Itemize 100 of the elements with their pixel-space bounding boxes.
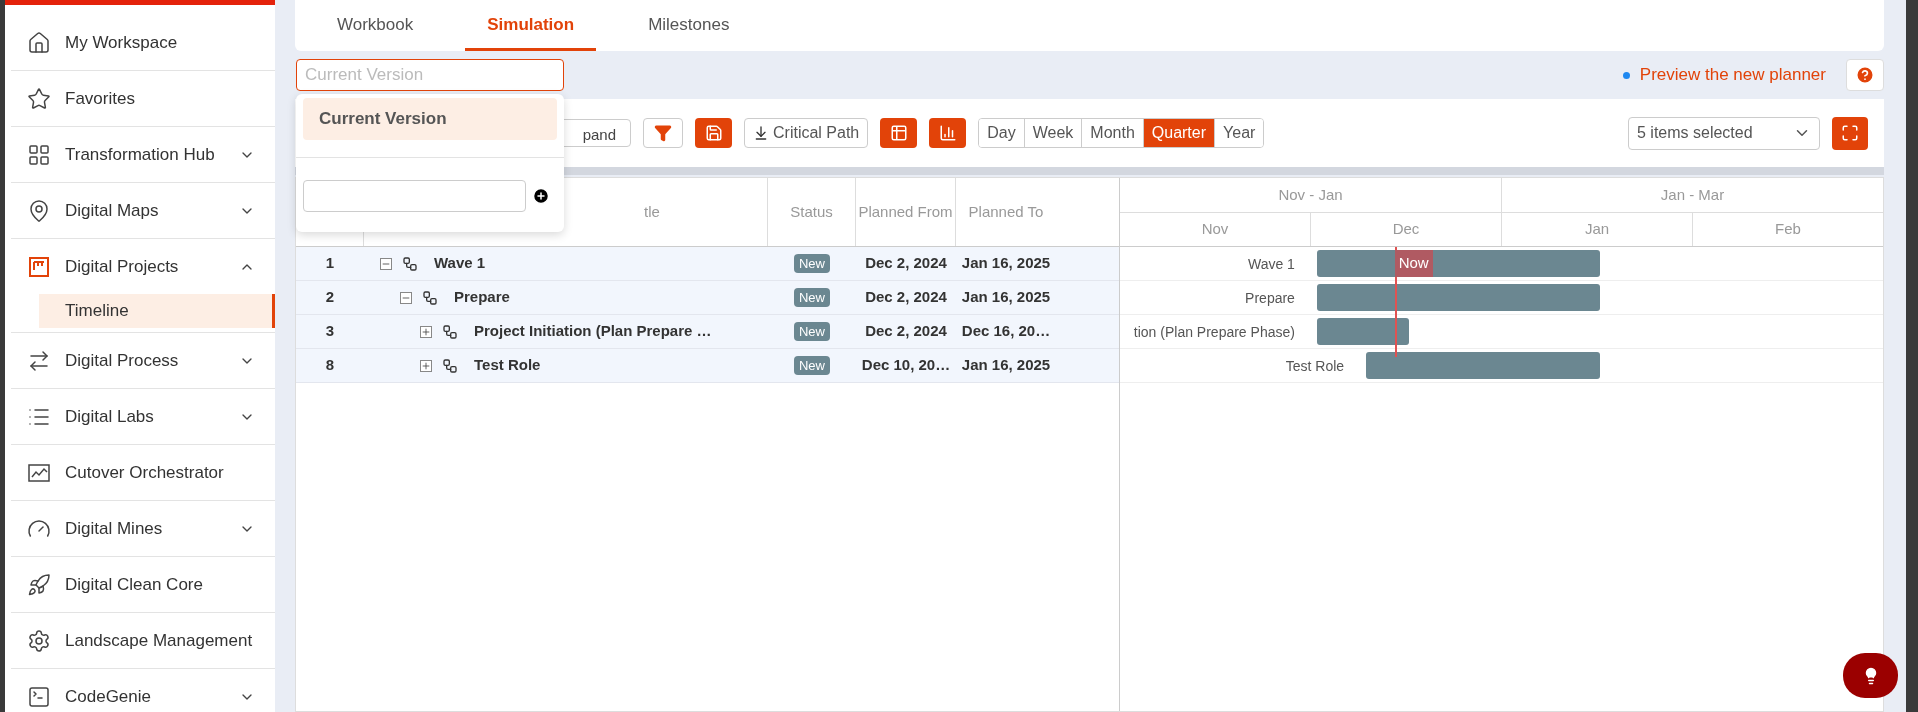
sidebar-item[interactable]: Digital Clean Core [11,557,275,612]
sidebar-item-label: Cutover Orchestrator [65,461,225,484]
lightbulb-button[interactable] [1843,653,1898,698]
sidebar-item[interactable]: Digital Projects [11,239,275,294]
date-cell-text: Dec 2, 2024 [864,287,948,308]
table-icon [889,124,908,142]
add-icon[interactable] [532,187,550,205]
filter-button[interactable] [643,118,683,148]
fullscreen-button[interactable] [1832,116,1868,150]
bar-label: Test Role [1285,357,1345,376]
month-header: Dec [1311,213,1502,246]
sidebar-item[interactable]: Cutover Orchestrator [11,445,275,500]
quarter-header: Nov - Jan [1120,178,1502,212]
month-header: Jan [1502,213,1693,246]
hierarchy-icon [402,255,418,272]
bar-label: Wave 1 [1247,255,1295,274]
plus-icon [421,360,431,371]
sidebar-item-label: Digital Process [65,349,180,372]
sidebar-item-label: Digital Maps [65,199,160,222]
now-label: Now [1394,250,1433,277]
tab[interactable]: Milestones [626,2,752,51]
terminal-icon [27,684,51,709]
task-title: Test Role [474,355,541,376]
new-version-field[interactable] [303,180,526,212]
sidebar-item[interactable]: Transformation Hub [11,127,275,182]
row-number: 1 [324,253,336,274]
help-button[interactable] [1846,59,1884,91]
sidebar-item[interactable]: Digital Maps [11,183,275,238]
hierarchy-icon [422,289,438,306]
arrow-down-icon [753,124,769,142]
menu-option[interactable]: Current Version [303,98,557,140]
sidebar-item-label: Digital Mines [65,517,164,540]
date-cell-text: Jan 16, 2025 [960,287,1052,308]
bar-label: Prepare [1245,289,1295,308]
sidebar-item[interactable]: Digital Labs [11,389,275,444]
help-icon [1855,65,1875,85]
preview-link[interactable]: Preview the new planner [1639,62,1826,88]
filter-icon [654,124,672,142]
sidebar-item-label: Digital Labs [65,405,155,428]
chart-view-button[interactable] [929,118,967,148]
date-cell-text: Dec 2, 2024 [864,321,948,342]
scale-option[interactable]: Quarter [1143,119,1216,147]
sidebar-item-label: Landscape Management [65,629,254,652]
date-cell-text: Jan 16, 2025 [960,253,1052,274]
home-icon [27,30,51,55]
bar-chart-icon [938,124,957,142]
row-number: 8 [324,355,336,376]
scrollbar[interactable] [1906,0,1918,712]
date-cell-text: Dec 2, 2024 [864,253,948,274]
task-title: Prepare [454,287,510,308]
status-badge: New [794,355,830,376]
expand-toggle[interactable] [420,359,432,372]
status-badge: New [794,321,830,342]
date-cell-text: Jan 16, 2025 [960,355,1052,376]
critical-path-button[interactable]: Critical Path [744,118,869,148]
map-pin-icon [27,198,51,223]
sidebar-item[interactable]: Landscape Management [11,613,275,668]
sidebar-item-label: CodeGenie [65,685,152,708]
sidebar-item-label: My Workspace [65,31,179,54]
quarter-header: Jan - Mar [1659,184,1726,205]
star-icon [27,86,51,111]
sidebar-subitem[interactable]: Timeline [39,294,275,328]
grid-icon [27,142,51,167]
save-icon [704,124,723,142]
expand-toggle[interactable] [420,325,432,338]
collapse-toggle[interactable] [400,291,412,304]
columns-select[interactable]: 5 items selected [1628,116,1820,150]
collapse-toggle[interactable] [380,257,392,270]
scale-option[interactable]: Day [979,119,1025,147]
column-header: Planned From [857,201,954,222]
sidebar-item[interactable]: Digital Mines [11,501,275,556]
row-number: 3 [324,321,336,342]
row-number: 2 [324,287,336,308]
sidebar-item[interactable]: Digital Process [11,333,275,388]
sidebar-item[interactable]: Favorites [11,71,275,126]
settings-icon [27,628,51,653]
tab[interactable]: Workbook [315,2,436,51]
hierarchy-icon [442,357,458,374]
sidebar-item-label: Digital Clean Core [65,573,204,596]
plus-icon [421,326,431,337]
month-header: Nov [1120,213,1311,246]
date-cell-text: Dec 16, 20… [960,321,1052,342]
rocket-icon [27,572,51,597]
bar-label: tion (Plan Prepare Phase) [1133,323,1295,342]
save-button[interactable] [695,118,732,148]
version-field[interactable]: Current Version [296,59,564,91]
status-badge: New [794,253,830,274]
sidebar-item-label: Favorites [65,87,136,110]
column-header: Status [789,201,834,222]
status-badge: New [794,287,830,308]
sidebar-item[interactable]: My Workspace [11,15,275,70]
tab[interactable]: Simulation [465,2,597,51]
table-view-button[interactable] [880,118,918,148]
sidebar-item-label: Digital Projects [65,255,180,278]
sidebar-item[interactable]: CodeGenie [11,669,275,712]
task-bar[interactable] [1316,318,1410,345]
fullscreen-icon [1841,124,1859,142]
board-icon [27,254,51,279]
arrows-icon [27,348,51,373]
hierarchy-icon [442,323,458,340]
